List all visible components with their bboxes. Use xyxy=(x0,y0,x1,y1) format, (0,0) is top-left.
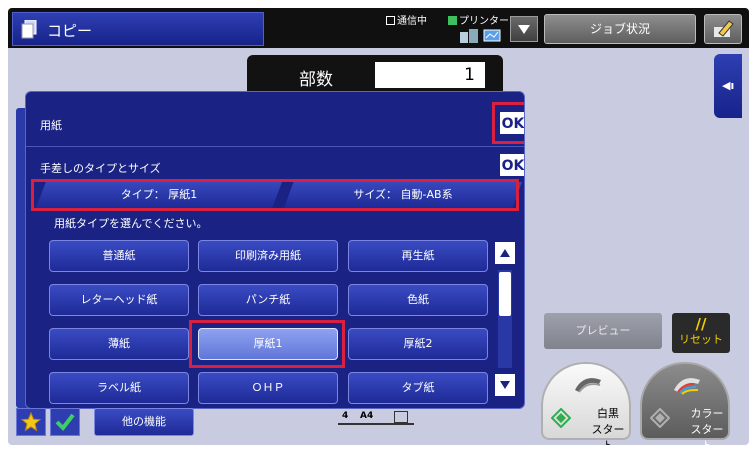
bw-start-button[interactable]: 白黒 スタート xyxy=(541,362,631,445)
paper-type-button[interactable]: 普通紙 xyxy=(49,240,189,272)
start-diamond-icon xyxy=(650,408,670,428)
bw-start-label-line2: スタート xyxy=(591,423,625,445)
other-functions-button[interactable]: 他の機能 xyxy=(94,408,194,436)
status-comm-label: 通信中 xyxy=(397,16,427,27)
scroll-down-button[interactable] xyxy=(493,372,517,398)
reset-button[interactable]: // リセット xyxy=(672,313,730,353)
color-copy-icon xyxy=(674,378,700,395)
color-start-label: カラー スタート xyxy=(686,406,728,445)
bw-start-label-line1: 白黒 xyxy=(597,407,619,420)
paper-type-button[interactable]: ラベル紙 xyxy=(49,372,189,404)
side-panel-tab[interactable]: ◀ı xyxy=(714,54,742,118)
comm-indicator-icon xyxy=(386,16,395,25)
status-comm: 通信中 xyxy=(386,12,427,27)
paper-type-button[interactable]: 厚紙2 xyxy=(348,328,488,360)
collapse-arrow-icon: ◀ı xyxy=(722,79,735,92)
arrow-up-icon xyxy=(500,249,510,257)
color-start-label-line1: カラー xyxy=(690,407,724,420)
tab-highlight-box xyxy=(31,179,519,211)
paper-title: 用紙 xyxy=(40,119,62,132)
ok-highlight-box xyxy=(492,102,524,144)
scrollbar-thumb[interactable] xyxy=(499,272,511,316)
help-pen-button[interactable] xyxy=(704,14,742,44)
pen-icon xyxy=(714,20,734,37)
paper-type-button[interactable]: 薄紙 xyxy=(49,328,189,360)
tray-number: 4 xyxy=(342,411,349,421)
color-start-button[interactable]: カラー スタート xyxy=(640,362,730,445)
bw-copy-icon xyxy=(575,378,601,393)
copies-label: 部数 xyxy=(299,70,333,90)
bypass-ok-button[interactable]: OK xyxy=(498,152,524,178)
mode-title: コピー xyxy=(47,22,93,40)
job-status-button[interactable]: ジョブ状況 xyxy=(544,14,696,44)
tray-baseline xyxy=(338,423,414,425)
scroll-up-button[interactable] xyxy=(493,240,517,266)
reset-icon: // xyxy=(695,315,707,333)
preview-button[interactable]: プレビュー xyxy=(544,313,662,349)
paper-type-button[interactable]: 色紙 xyxy=(348,284,488,316)
reset-label: リセット xyxy=(679,333,723,346)
copies-input[interactable]: 1 xyxy=(375,62,485,88)
chevron-down-icon xyxy=(518,25,530,34)
bw-start-label: 白黒 スタート xyxy=(587,406,629,445)
instruction-text: 用紙タイプを選んでください。 xyxy=(54,217,208,230)
touch-panel: コピー 通信中 プリンター ジョブ状況 ◀ı 部数 1 用紙 OK 手差しのタイ… xyxy=(8,8,749,445)
network-icon xyxy=(460,29,501,43)
color-start-label-line2: スタート xyxy=(690,423,724,445)
start-diamond-icon xyxy=(551,408,571,428)
checkmark-icon xyxy=(55,413,75,432)
paper-type-button[interactable]: 再生紙 xyxy=(348,240,488,272)
tray-icon xyxy=(394,411,408,423)
arrow-down-icon xyxy=(500,381,510,389)
top-bar: コピー 通信中 プリンター ジョブ状況 xyxy=(8,8,749,48)
paper-type-button[interactable]: タブ紙 xyxy=(348,372,488,404)
status-printer: プリンター xyxy=(448,12,509,27)
copy-document-icon xyxy=(21,20,37,39)
paper-type-button[interactable]: 印刷済み用紙 xyxy=(198,240,338,272)
star-icon xyxy=(21,412,41,432)
status-dropdown-button[interactable] xyxy=(510,16,538,42)
status-printer-label: プリンター xyxy=(459,16,509,27)
confirm-settings-button[interactable] xyxy=(50,408,80,436)
selection-highlight-box xyxy=(189,320,345,368)
paper-type-button[interactable]: ＯＨＰ xyxy=(198,372,338,404)
paper-type-button[interactable]: パンチ紙 xyxy=(198,284,338,316)
mode-title-bar: コピー xyxy=(12,12,264,46)
copies-panel: 部数 1 xyxy=(247,55,503,95)
paper-type-button[interactable]: レターヘッド紙 xyxy=(49,284,189,316)
bypass-title: 手差しのタイプとサイズ xyxy=(40,162,161,175)
paper-settings-panel: 用紙 OK 手差しのタイプとサイズ OK タイプ： 厚紙1 サイズ： 自動-AB… xyxy=(25,91,525,409)
copier-screen: コピー 通信中 プリンター ジョブ状況 ◀ı 部数 1 用紙 OK 手差しのタイ… xyxy=(0,0,755,453)
printer-indicator-icon xyxy=(448,16,457,25)
paper-tray-indicator: 4 A4 xyxy=(338,411,414,427)
favorite-button[interactable] xyxy=(16,408,46,436)
tray-size: A4 xyxy=(360,411,374,421)
